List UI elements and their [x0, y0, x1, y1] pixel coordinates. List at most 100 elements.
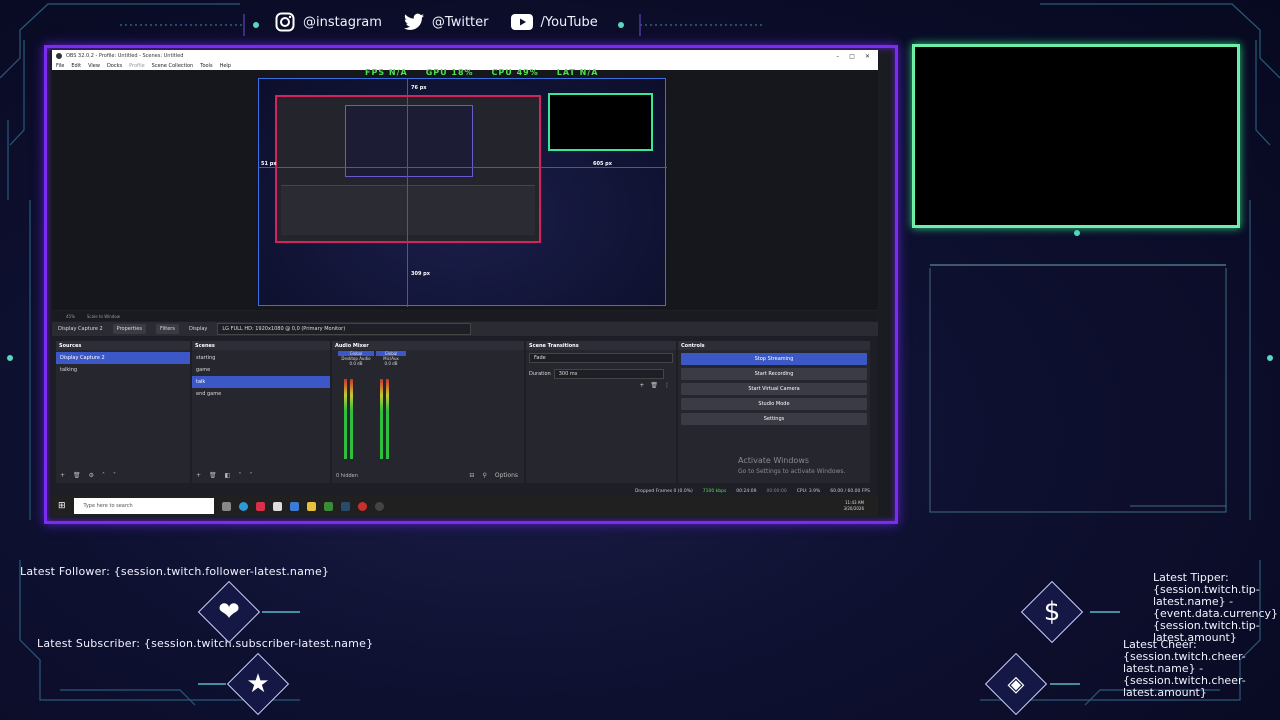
app-icon[interactable]: [323, 501, 333, 511]
close-button[interactable]: ✕: [865, 53, 870, 60]
mixer-hidden-count: 0 hidden: [336, 473, 358, 479]
obs-preview-area[interactable]: FPS N/A GPU 18% CPU 49% LAT N/A 76 px 51…: [52, 68, 878, 310]
settings-button[interactable]: Settings: [681, 413, 867, 425]
source-label: talking: [60, 367, 78, 373]
scene-label: starting: [196, 355, 216, 361]
scene-label: end game: [196, 391, 222, 397]
stat-fps: FPS N/A: [365, 68, 408, 77]
properties-button[interactable]: Properties: [112, 324, 146, 334]
obs-window: OBS 32.0.2 - Profile: Untitled - Scenes:…: [52, 50, 878, 516]
zoom-level[interactable]: 45%: [66, 314, 75, 319]
remove-transition-icon[interactable]: 🗑: [650, 382, 658, 389]
heart-icon: ❤: [218, 597, 240, 627]
duration-row: Duration 300 ms: [526, 366, 676, 382]
add-scene-icon[interactable]: +: [196, 472, 201, 479]
nested-capture[interactable]: [275, 95, 541, 243]
start-icon[interactable]: ⊞: [58, 501, 66, 511]
scale-select[interactable]: Scale to Window: [87, 314, 120, 319]
app-icon[interactable]: [357, 501, 367, 511]
volume-meter: [344, 379, 347, 459]
display-label: Display: [188, 326, 208, 332]
source-item[interactable]: talking: [56, 364, 190, 376]
start-recording-button[interactable]: Start Recording: [681, 368, 867, 380]
social-instagram[interactable]: @instagram: [275, 12, 382, 32]
stop-streaming-button[interactable]: Stop Streaming: [681, 353, 867, 365]
chat-frame: [930, 264, 1226, 512]
dim-label-bottom: 309 px: [411, 271, 430, 277]
scene-item[interactable]: game: [192, 364, 330, 376]
remove-source-icon[interactable]: 🗑: [73, 472, 81, 479]
steam-icon[interactable]: [340, 501, 350, 511]
channel-db: 0.0 dB: [384, 361, 398, 366]
scenes-dock: Scenes starting game talk end game + 🗑 ◧…: [192, 341, 330, 483]
menu-file[interactable]: File: [56, 63, 64, 69]
filters-button[interactable]: Filters: [155, 324, 179, 334]
store-icon[interactable]: [272, 501, 282, 511]
taskview-icon[interactable]: [221, 501, 231, 511]
move-up-icon[interactable]: ˄: [102, 472, 105, 479]
mixer-link-icon[interactable]: ⚲: [482, 472, 486, 479]
maximize-button[interactable]: □: [849, 53, 855, 60]
latest-tipper-label: Latest Tipper: {session.twitch.tip-lates…: [1153, 571, 1279, 644]
start-virtual-camera-button[interactable]: Start Virtual Camera: [681, 383, 867, 395]
search-placeholder: Type here to search: [83, 503, 133, 509]
preview-canvas[interactable]: 76 px 51 px 605 px 309 px: [258, 78, 667, 307]
duration-input[interactable]: 300 ms: [553, 369, 664, 379]
source-toolbar: Display Capture 2 Properties Filters Dis…: [52, 322, 878, 336]
mixer-channel: Global Desktop Audio 0.0 dB: [338, 351, 374, 366]
remove-scene-icon[interactable]: 🗑: [209, 472, 217, 479]
volume-meter: [386, 379, 389, 459]
window-controls: – □ ✕: [836, 53, 878, 60]
options-button[interactable]: Options: [495, 472, 518, 479]
move-down-icon[interactable]: ˅: [249, 472, 252, 479]
menu-docks[interactable]: Docks: [107, 63, 122, 69]
app-icon[interactable]: [255, 501, 265, 511]
scenes-title: Scenes: [192, 341, 330, 350]
social-label: /YouTube: [540, 14, 598, 30]
menu-scene-collection[interactable]: Scene Collection: [152, 63, 194, 69]
source-item[interactable]: Display Capture 2: [56, 352, 190, 364]
dim-label-top: 76 px: [411, 85, 427, 91]
fps: 60.00 / 60.00 FPS: [830, 488, 870, 494]
system-tray: 11:43 AM 3/20/2026: [843, 500, 878, 512]
preview-bar: 45% Scale to Window: [52, 311, 878, 321]
add-source-icon[interactable]: +: [60, 472, 65, 479]
studio-mode-button[interactable]: Studio Mode: [681, 398, 867, 410]
minimize-button[interactable]: –: [836, 53, 839, 60]
selected-source-name: Display Capture 2: [58, 326, 103, 332]
mail-icon[interactable]: [289, 501, 299, 511]
source-label: Display Capture 2: [60, 355, 105, 361]
mixer-layout-icon[interactable]: ⊟: [469, 472, 474, 479]
scene-filter-icon[interactable]: ◧: [225, 472, 231, 479]
scene-item[interactable]: end game: [192, 388, 330, 400]
source-settings-icon[interactable]: ⚙: [89, 472, 94, 479]
explorer-icon[interactable]: [306, 501, 316, 511]
menu-view[interactable]: View: [88, 63, 100, 69]
menu-tools[interactable]: Tools: [200, 63, 212, 69]
audio-mixer-dock: Audio Mixer Global Desktop Audio 0.0 dB …: [332, 341, 524, 483]
scene-item[interactable]: starting: [192, 352, 330, 364]
add-transition-icon[interactable]: +: [639, 382, 644, 389]
guide-line-vertical: [407, 79, 408, 307]
move-down-icon[interactable]: ˅: [113, 472, 116, 479]
social-youtube[interactable]: /YouTube: [510, 14, 598, 30]
edge-icon[interactable]: [238, 501, 248, 511]
transition-more-icon[interactable]: ⋮: [664, 382, 670, 389]
display-select[interactable]: LG FULL HD: 1920x1080 @ 0,0 (Primary Mon…: [217, 323, 472, 335]
taskbar-search[interactable]: Type here to search: [73, 498, 214, 514]
sources-title: Sources: [56, 341, 190, 350]
menu-profile[interactable]: Profile: [129, 63, 145, 69]
menu-help[interactable]: Help: [220, 63, 231, 69]
scene-item[interactable]: talk: [192, 376, 330, 388]
tray-date: 3/20/2026: [843, 506, 864, 511]
obs-titlebar: OBS 32.0.2 - Profile: Untitled - Scenes:…: [52, 50, 878, 62]
transition-select[interactable]: Fade: [529, 353, 673, 363]
activate-sub: Go to Settings to activate Windows.: [738, 468, 846, 475]
menu-edit[interactable]: Edit: [71, 63, 81, 69]
dollar-icon: $: [1043, 597, 1061, 627]
move-up-icon[interactable]: ˄: [238, 472, 241, 479]
obs-taskbar-icon[interactable]: [374, 501, 384, 511]
social-twitter[interactable]: @Twitter: [403, 13, 489, 31]
transition-buttons: + 🗑 ⋮: [526, 382, 676, 389]
obs-title: OBS 32.0.2 - Profile: Untitled - Scenes:…: [66, 53, 184, 59]
